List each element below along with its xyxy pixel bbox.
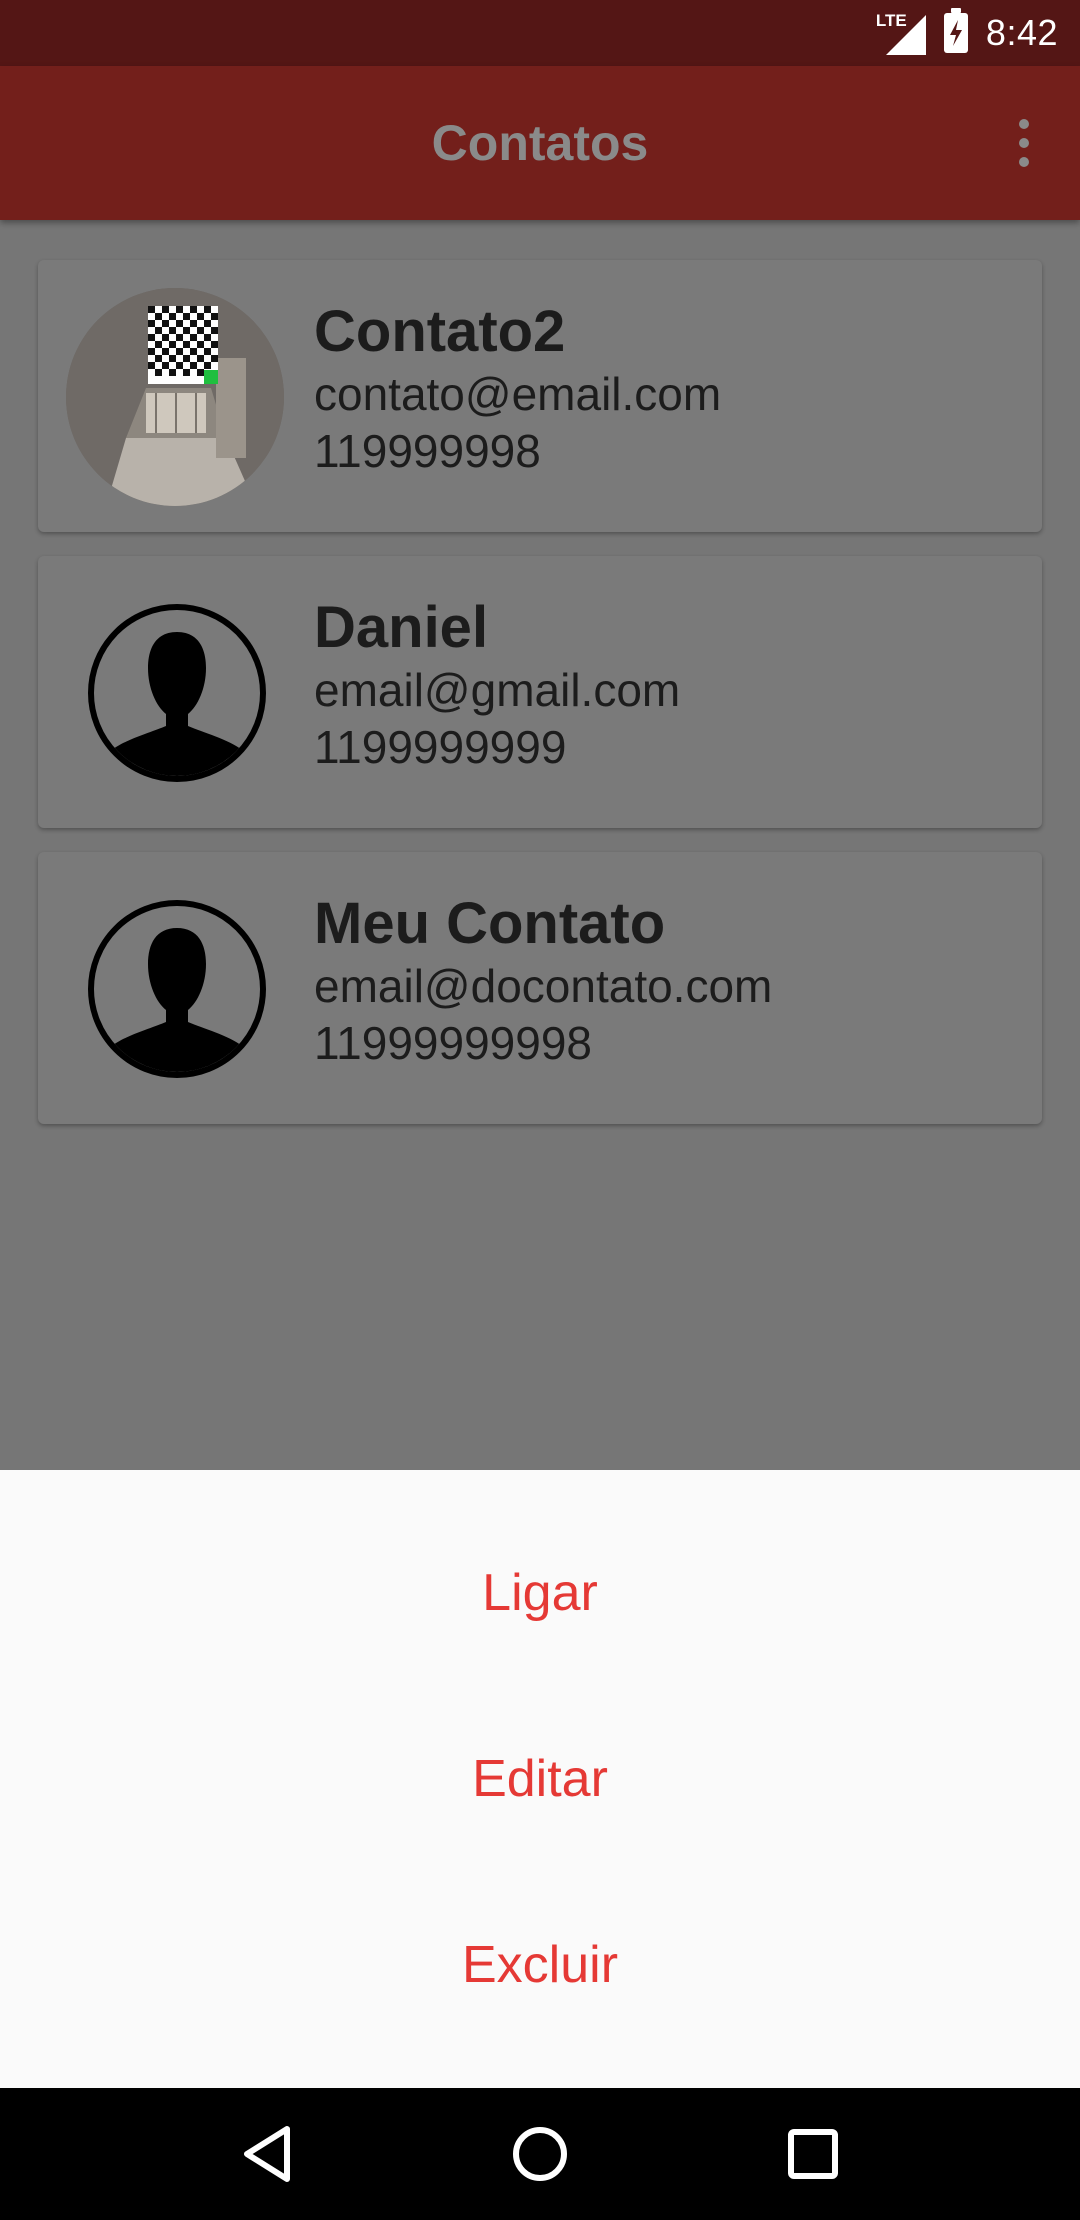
contact-name: Contato2 bbox=[314, 299, 566, 364]
contact-info: Daniel email@gmail.com 1199999999 bbox=[314, 594, 680, 776]
status-bar: LTE 8:42 bbox=[0, 0, 1080, 66]
nav-bar bbox=[0, 2088, 1080, 2220]
contact-card[interactable]: Daniel email@gmail.com 1199999999 bbox=[38, 556, 1042, 828]
clock: 8:42 bbox=[985, 12, 1058, 53]
contact-card[interactable]: Meu Contato email@docontato.com 11999999… bbox=[38, 852, 1042, 1124]
signal-icon: LTE bbox=[876, 11, 926, 55]
contact-photo bbox=[66, 288, 284, 506]
contact-list: Contato2 contato@email.com 119999998 Dan… bbox=[0, 220, 1080, 1470]
battery-charging-icon bbox=[943, 8, 968, 53]
contact-phone: 11999999998 bbox=[314, 1017, 592, 1069]
status-icons: LTE 8:42 bbox=[876, 8, 1058, 55]
page-title: Contatos bbox=[431, 115, 649, 171]
contact-email: email@gmail.com bbox=[314, 664, 681, 716]
edit-button[interactable]: Editar bbox=[0, 1686, 1080, 1872]
back-triangle-icon[interactable] bbox=[217, 2104, 317, 2204]
bottom-sheet: Ligar Editar Excluir bbox=[0, 1470, 1080, 2088]
contact-email: contato@email.com bbox=[314, 368, 722, 420]
contact-phone: 119999998 bbox=[314, 425, 541, 477]
call-button[interactable]: Ligar bbox=[0, 1500, 1080, 1686]
contact-name: Meu Contato bbox=[314, 891, 666, 956]
contact-card[interactable]: Contato2 contato@email.com 119999998 bbox=[38, 260, 1042, 532]
default-person-icon bbox=[88, 900, 266, 1078]
home-circle-icon[interactable] bbox=[490, 2104, 590, 2204]
app-bar: Contatos bbox=[0, 66, 1080, 220]
contact-info: Meu Contato email@docontato.com 11999999… bbox=[314, 890, 772, 1072]
default-person-icon bbox=[88, 604, 266, 782]
contact-email: email@docontato.com bbox=[314, 960, 773, 1012]
recents-square-icon[interactable] bbox=[763, 2104, 863, 2204]
contact-phone: 1199999999 bbox=[314, 721, 567, 773]
contact-info: Contato2 contato@email.com 119999998 bbox=[314, 298, 721, 480]
contact-name: Daniel bbox=[314, 595, 489, 660]
more-vert-icon[interactable] bbox=[992, 106, 1056, 180]
delete-button[interactable]: Excluir bbox=[0, 1872, 1080, 2058]
